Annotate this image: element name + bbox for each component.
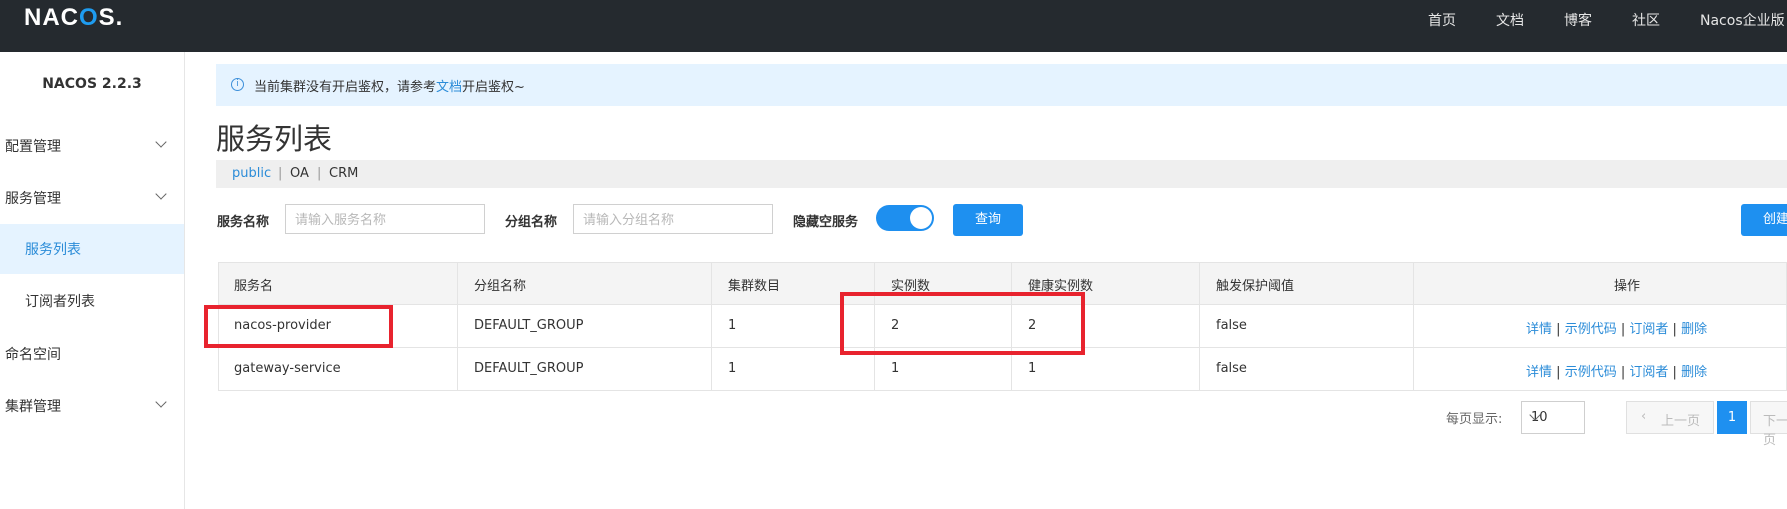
chevron-down-icon xyxy=(155,136,167,148)
action-separator: | xyxy=(1556,365,1561,380)
next-page-button[interactable]: 下一页 xyxy=(1750,401,1787,448)
cell-threshold: false xyxy=(1216,318,1247,333)
action-separator: | xyxy=(1620,365,1626,380)
toggle-knob xyxy=(910,207,932,229)
sample-code-link[interactable]: 示例代码 xyxy=(1565,322,1617,337)
sidebar-item-label: 命名空间 xyxy=(5,347,61,363)
auth-notice-banner: i 当前集群没有开启鉴权，请参考文档开启鉴权~ xyxy=(216,64,1787,106)
cell-group: DEFAULT_GROUP xyxy=(474,361,584,376)
prev-page-button[interactable]: ‹ 上一页 xyxy=(1626,401,1714,434)
sidebar-item-service-management[interactable]: 服务管理 xyxy=(5,188,175,208)
column-divider xyxy=(457,262,458,391)
cell-threshold: false xyxy=(1216,361,1247,376)
sidebar-item-label: 配置管理 xyxy=(5,139,61,155)
service-name-label: 服务名称 xyxy=(217,215,270,230)
namespace-public[interactable]: public xyxy=(232,166,271,181)
info-icon: i xyxy=(231,78,244,91)
row-actions: 详情 | 示例代码 | 订阅者 | 删除 xyxy=(1526,361,1707,380)
namespace-separator: | xyxy=(278,166,283,181)
subscribers-link[interactable]: 订阅者 xyxy=(1629,365,1668,380)
detail-link[interactable]: 详情 xyxy=(1526,365,1552,380)
chevron-down-icon xyxy=(155,396,167,408)
row-actions: 详情 | 示例代码 | 订阅者 | 删除 xyxy=(1526,318,1707,337)
sidebar-item-cluster[interactable]: 集群管理 xyxy=(5,396,175,416)
top-navigation-bar: NACOS. 首页 文档 博客 社区 Nacos企业版 xyxy=(0,0,1787,52)
nav-blog-link[interactable]: 博客 xyxy=(1564,10,1592,30)
page-size-select[interactable]: 10 xyxy=(1521,401,1585,434)
action-separator: | xyxy=(1556,322,1561,337)
column-divider xyxy=(711,262,712,391)
cell-group: DEFAULT_GROUP xyxy=(474,318,584,333)
nacos-logo[interactable]: NACOS. xyxy=(24,4,123,32)
nav-community-link[interactable]: 社区 xyxy=(1632,10,1660,30)
sidebar-item-label: 订阅者列表 xyxy=(25,294,95,310)
action-separator: | xyxy=(1672,365,1677,380)
detail-link[interactable]: 详情 xyxy=(1526,322,1552,337)
sidebar-item-service-list[interactable]: 服务列表 xyxy=(0,224,184,274)
group-name-input[interactable] xyxy=(573,204,773,234)
cell-service-name: gateway-service xyxy=(234,361,341,376)
service-name-input[interactable] xyxy=(285,204,485,234)
delete-link[interactable]: 删除 xyxy=(1681,365,1707,380)
query-button[interactable]: 查询 xyxy=(953,204,1023,236)
create-button[interactable]: 创建 xyxy=(1741,204,1787,236)
column-header-threshold: 触发保护阈值 xyxy=(1216,279,1295,294)
sidebar-item-label: 服务列表 xyxy=(25,242,81,258)
sidebar-item-label: 服务管理 xyxy=(5,191,61,207)
page-size-label: 每页显示: xyxy=(1446,412,1503,427)
hide-empty-toggle[interactable] xyxy=(876,205,934,231)
nav-home-link[interactable]: 首页 xyxy=(1428,10,1456,30)
version-label: NACOS 2.2.3 xyxy=(42,76,142,92)
prev-page-label: 上一页 xyxy=(1661,414,1701,429)
sidebar-item-subscribers[interactable]: 订阅者列表 xyxy=(0,276,184,326)
cell-clusters: 1 xyxy=(728,318,737,333)
sidebar-item-config[interactable]: 配置管理 xyxy=(5,136,175,156)
highlight-box-service-name xyxy=(204,305,393,348)
sample-code-link[interactable]: 示例代码 xyxy=(1565,365,1617,380)
group-name-label: 分组名称 xyxy=(505,215,558,230)
cell-healthy: 1 xyxy=(1028,361,1037,376)
notice-docs-link[interactable]: 文档 xyxy=(436,80,462,95)
column-header-clusters: 集群数目 xyxy=(728,279,781,294)
namespace-separator: | xyxy=(317,166,322,181)
column-header-service-name: 服务名 xyxy=(234,279,274,294)
delete-link[interactable]: 删除 xyxy=(1681,322,1707,337)
subscribers-link[interactable]: 订阅者 xyxy=(1629,322,1668,337)
sidebar-item-label: 集群管理 xyxy=(5,399,61,415)
action-separator: | xyxy=(1672,322,1677,337)
column-header-group: 分组名称 xyxy=(474,279,527,294)
sidebar: NACOS 2.2.3 配置管理 服务管理 服务列表 订阅者列表 命名空间 集群… xyxy=(0,52,185,509)
nav-docs-link[interactable]: 文档 xyxy=(1496,10,1524,30)
chevron-down-icon xyxy=(155,188,167,200)
column-header-operations: 操作 xyxy=(1614,279,1641,294)
cell-instances: 1 xyxy=(891,361,900,376)
cell-clusters: 1 xyxy=(728,361,737,376)
page-title: 服务列表 xyxy=(216,122,333,156)
page-1-button[interactable]: 1 xyxy=(1717,401,1747,434)
column-divider xyxy=(1199,262,1200,391)
next-page-label: 下一页 xyxy=(1763,414,1787,448)
highlight-box-instances xyxy=(840,292,1085,355)
notice-text: 当前集群没有开启鉴权，请参考文档开启鉴权~ xyxy=(254,76,525,95)
sidebar-item-namespace[interactable]: 命名空间 xyxy=(5,344,175,364)
chevron-left-icon: ‹ xyxy=(1641,409,1647,424)
notice-suffix: 开启鉴权~ xyxy=(462,80,525,95)
column-divider xyxy=(1413,262,1414,391)
notice-prefix: 当前集群没有开启鉴权，请参考 xyxy=(254,80,437,95)
namespace-crm[interactable]: CRM xyxy=(329,166,358,181)
nav-enterprise-link[interactable]: Nacos企业版 xyxy=(1700,10,1785,30)
hide-empty-label: 隐藏空服务 xyxy=(793,215,859,230)
namespace-bar: public | OA | CRM xyxy=(216,160,1787,188)
namespace-oa[interactable]: OA xyxy=(290,166,309,181)
action-separator: | xyxy=(1620,322,1626,337)
